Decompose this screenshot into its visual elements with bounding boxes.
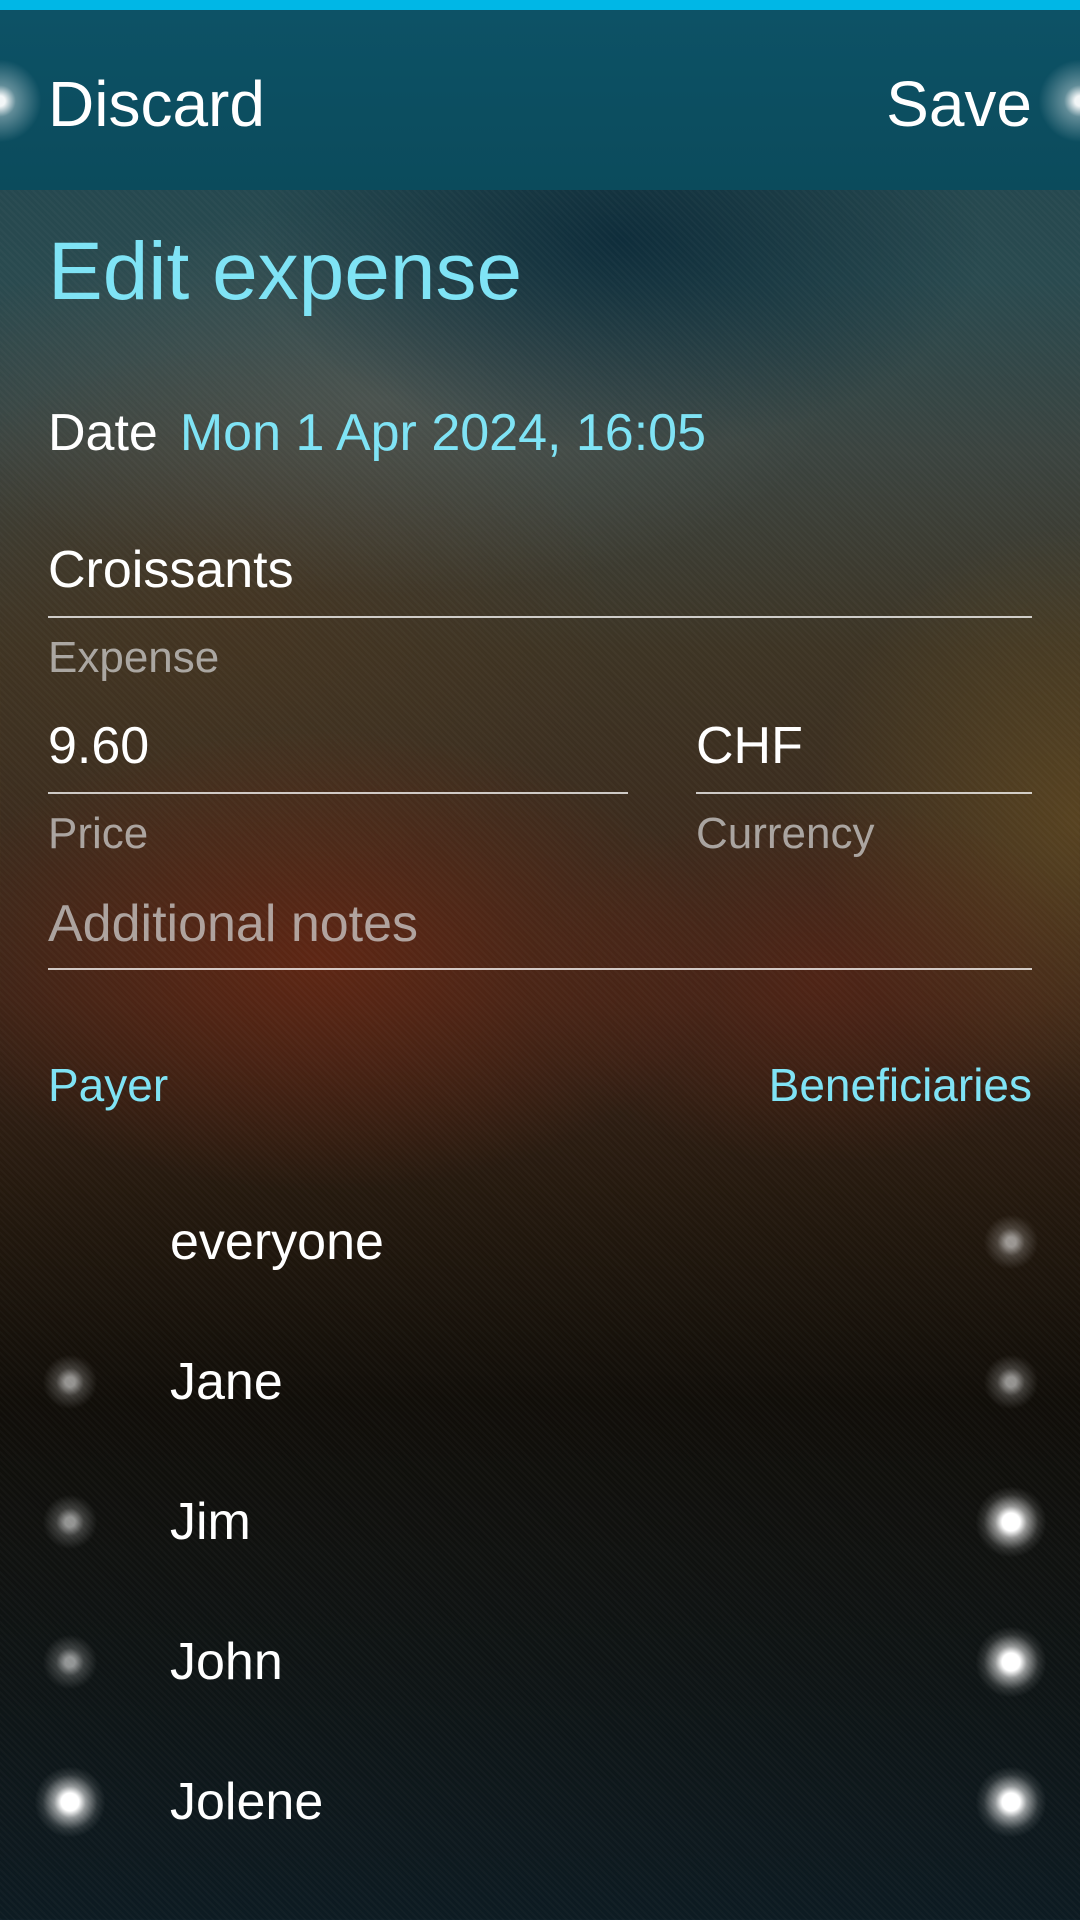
notes-field-underline [48,968,1032,970]
price-field-label: Price [48,809,149,858]
save-button[interactable]: Save [886,64,1032,144]
price-field-underline [48,792,628,794]
top-accent-bar [0,0,1080,10]
dialog-header: Discard Save [0,10,1080,190]
pulley-glow-icon [1035,56,1080,146]
beneficiary-toggle-icon[interactable] [976,1487,1046,1557]
payer-section-header: Payer [48,1059,169,1111]
discard-button[interactable]: Discard [48,64,265,144]
expense-field-underline [48,616,1032,618]
person-row-jane[interactable]: Jane [0,1312,1080,1452]
person-row-everyone[interactable]: everyone [0,1172,1080,1312]
person-name: Jolene [170,1773,324,1831]
beneficiaries-section-header: Beneficiaries [768,1059,1032,1111]
date-label: Date [48,404,158,462]
date-row: Date Mon 1 Apr 2024, 16:05 [48,398,706,468]
person-name: John [170,1633,283,1691]
payer-radio-icon[interactable] [35,1487,105,1557]
expense-field-label: Expense [48,633,220,682]
date-value-button[interactable]: Mon 1 Apr 2024, 16:05 [180,404,706,462]
person-row-jim[interactable]: Jim [0,1452,1080,1592]
payer-radio-icon[interactable] [35,1347,105,1417]
currency-field-underline [696,792,1032,794]
currency-field[interactable]: CHF [696,714,803,778]
beneficiary-toggle-icon[interactable] [976,1207,1046,1277]
payer-radio-icon[interactable] [35,1767,105,1837]
page-title: Edit expense [48,226,523,317]
beneficiary-toggle-icon[interactable] [976,1347,1046,1417]
currency-field-label: Currency [696,809,875,858]
person-name: everyone [170,1213,384,1271]
beneficiary-toggle-icon[interactable] [976,1767,1046,1837]
pulley-glow-icon [0,56,45,146]
person-row-jolene[interactable]: Jolene [0,1732,1080,1872]
notes-field[interactable]: Additional notes [48,892,418,956]
expense-field[interactable]: Croissants [48,538,294,602]
person-row-john[interactable]: John [0,1592,1080,1732]
person-name: Jim [170,1493,251,1551]
person-name: Jane [170,1353,283,1411]
beneficiary-toggle-icon[interactable] [976,1627,1046,1697]
price-field[interactable]: 9.60 [48,714,149,778]
payer-radio-icon[interactable] [35,1627,105,1697]
